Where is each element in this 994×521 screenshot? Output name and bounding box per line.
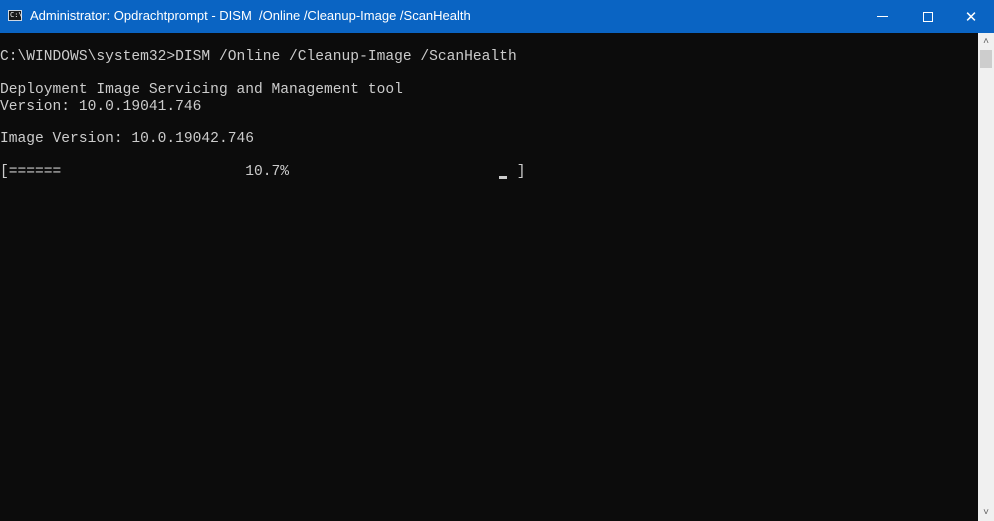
scroll-up-button[interactable]: ˄: [978, 33, 994, 50]
console-output[interactable]: C:\WINDOWS\system32>DISM /Online /Cleanu…: [0, 33, 978, 521]
maximize-button[interactable]: [905, 0, 951, 33]
image-version-line: Image Version: 10.0.19042.746: [0, 131, 254, 147]
scroll-thumb[interactable]: [980, 50, 992, 68]
chevron-up-icon: ˄: [983, 36, 989, 47]
text-cursor: [499, 176, 507, 179]
title-bar[interactable]: C:\ Administrator: Opdrachtprompt - DISM…: [0, 0, 994, 33]
vertical-scrollbar[interactable]: ˄ ˅: [978, 33, 994, 521]
minimize-icon: [876, 16, 888, 17]
tool-version-line: Version: 10.0.19041.746: [0, 99, 202, 115]
window-title: Administrator: Opdrachtprompt - DISM /On…: [30, 8, 471, 23]
command-line: C:\WINDOWS\system32>DISM /Online /Cleanu…: [0, 49, 517, 65]
chevron-down-icon: ˅: [983, 507, 989, 518]
tool-name-line: Deployment Image Servicing and Managemen…: [0, 82, 403, 98]
scroll-down-button[interactable]: ˅: [978, 504, 994, 521]
minimize-button[interactable]: [859, 0, 905, 33]
progress-bar-text: [====== 10.7% ]: [0, 164, 535, 180]
close-button[interactable]: ✕: [948, 0, 994, 33]
cmd-app-icon[interactable]: C:\: [8, 10, 23, 21]
close-icon: ✕: [964, 8, 978, 26]
maximize-icon: [923, 11, 933, 22]
